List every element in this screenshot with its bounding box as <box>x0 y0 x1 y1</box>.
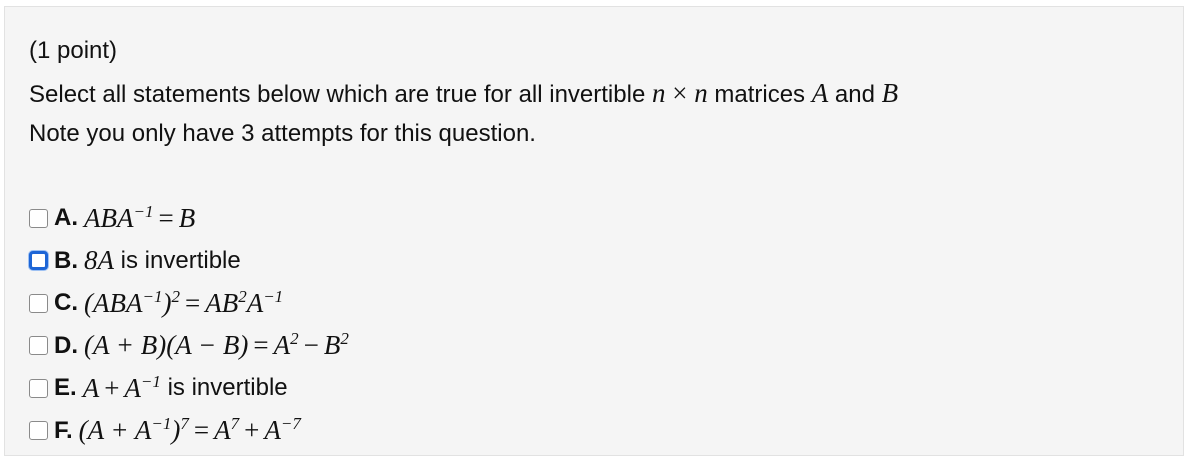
option-e-checkbox[interactable] <box>29 378 48 398</box>
prompt-text-mid: matrices <box>707 81 812 108</box>
option-a-letter: A. <box>54 204 78 232</box>
prompt-math-A: A <box>811 78 829 108</box>
option-f-checkbox[interactable] <box>29 421 48 441</box>
option-d-checkbox[interactable] <box>29 336 48 356</box>
option-f-math: (A + A−1)7 = A7 + A−7 <box>78 414 301 446</box>
prompt-text-start: Select all statements below which are tr… <box>29 81 652 108</box>
question-panel: (1 point) Select all statements below wh… <box>4 6 1184 456</box>
option-b-math: 8A <box>84 245 114 276</box>
attempts-note: Note you only have 3 attempts for this q… <box>29 120 536 147</box>
prompt-math-dimension: n × n <box>651 78 708 108</box>
option-f[interactable]: F. (A + A−1)7 = A7 + A−7 <box>29 410 349 453</box>
option-a-math: ABA−1 = B <box>84 201 196 233</box>
option-d-math: (A + B)(A − B) = A2− B2 <box>84 329 349 361</box>
option-b[interactable]: B. 8A is invertible <box>29 240 349 283</box>
option-d[interactable]: D. (A + B)(A − B) = A2− B2 <box>29 325 349 368</box>
question-prompt: Select all statements below which are tr… <box>29 78 898 109</box>
option-e-text: is invertible <box>160 374 288 402</box>
option-e[interactable]: E. A + A−1 is invertible <box>29 367 349 410</box>
option-a-checkbox[interactable] <box>29 208 48 228</box>
answer-options: A. ABA−1 = B B. 8A is invertible C. (ABA−1… <box>29 197 349 452</box>
option-a[interactable]: A. ABA−1 = B <box>29 197 349 240</box>
option-b-letter: B. <box>54 246 78 274</box>
option-c-letter: C. <box>54 289 78 317</box>
option-e-math: A + A−1 <box>82 371 161 403</box>
option-b-text: is invertible <box>114 246 241 274</box>
option-d-letter: D. <box>54 331 78 359</box>
prompt-text-and: and <box>828 81 882 108</box>
points-label: (1 point) <box>29 37 118 64</box>
option-b-checkbox[interactable] <box>29 251 48 271</box>
option-c[interactable]: C. (ABA−1)2 = AB2A−1 <box>29 282 349 325</box>
option-c-checkbox[interactable] <box>29 293 48 313</box>
prompt-math-B: B <box>881 78 899 108</box>
option-f-letter: F. <box>54 416 73 444</box>
option-e-letter: E. <box>54 374 77 402</box>
option-c-math: (ABA−1)2 = AB2A−1 <box>84 286 284 318</box>
